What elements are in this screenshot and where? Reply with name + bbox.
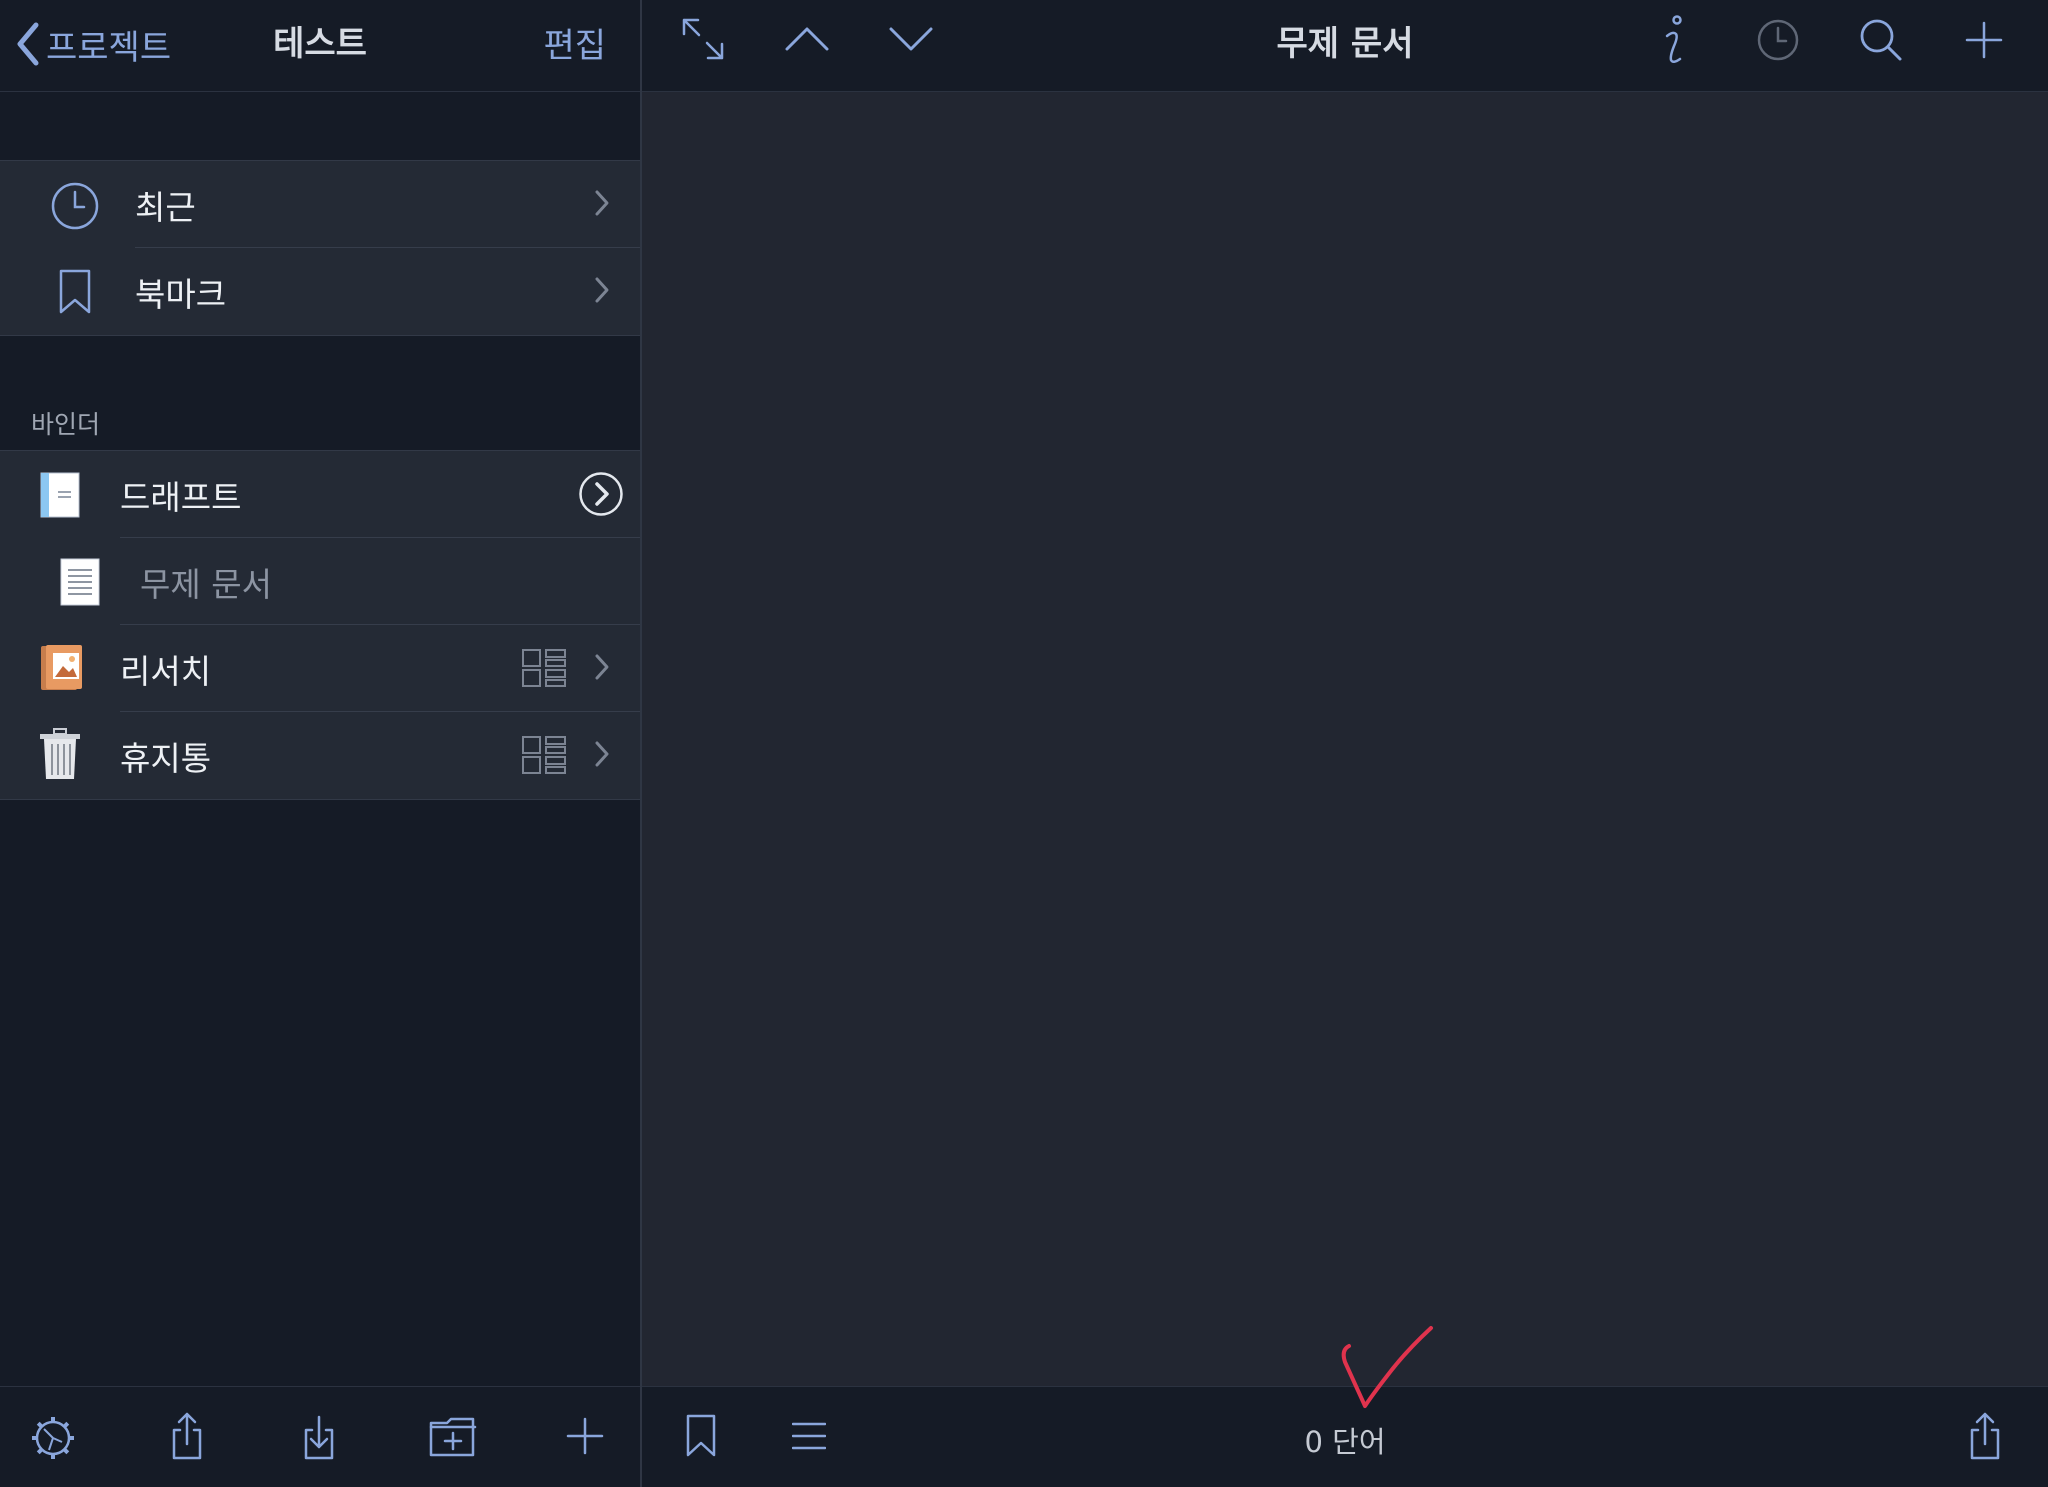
back-to-projects-button[interactable]: 프로젝트 [14, 18, 171, 70]
expand-icon[interactable] [680, 16, 726, 62]
binder-item-draft[interactable]: 드래프트 [0, 451, 640, 538]
sidebar-item-label: 북마크 [135, 275, 227, 314]
binder-group: 드래프트 무제 문서 리서치 휴지통 [0, 450, 640, 800]
document-icon [60, 558, 100, 606]
bookmark-icon [59, 269, 91, 314]
share-icon[interactable] [1966, 1411, 2004, 1461]
back-button-label: 프로젝트 [46, 27, 172, 68]
sidebar-item-recent[interactable]: 최근 [0, 161, 640, 248]
binder-item-research[interactable]: 리서치 [0, 625, 640, 712]
share-icon[interactable] [168, 1411, 206, 1461]
add-icon[interactable] [566, 1417, 604, 1455]
circled-chevron-icon[interactable] [578, 471, 624, 517]
sidebar-item-bookmarks[interactable]: 북마크 [0, 248, 640, 335]
previous-up-icon[interactable] [784, 26, 830, 52]
word-count: 0 단어 [1304, 1425, 1386, 1459]
editor-pane: 무제 문서 0 단어 [642, 0, 2048, 1487]
editor-text-area[interactable] [642, 92, 2048, 1385]
checkmark-annotation-icon [1341, 1326, 1433, 1408]
search-icon[interactable] [1859, 18, 1903, 62]
binder-item-untitled-document[interactable]: 무제 문서 [0, 538, 640, 625]
chevron-right-icon [595, 741, 609, 767]
binder-item-label: 휴지통 [120, 739, 212, 778]
chevron-right-icon [595, 277, 609, 303]
editor-navbar: 무제 문서 [642, 0, 2048, 92]
quick-access-group: 최근 북마크 [0, 160, 640, 336]
sidebar-toolbar [0, 1386, 640, 1487]
grid-view-icon[interactable] [522, 736, 566, 774]
binder-sidebar: 프로젝트 테스트 편집 최근 북마크 바인더 드래프트 무제 문서 리서치 휴지… [0, 0, 640, 1487]
sidebar-item-label: 최근 [135, 188, 196, 227]
research-folder-icon [41, 645, 82, 690]
binder-item-trash[interactable]: 휴지통 [0, 712, 640, 799]
binder-section-header: 바인더 [31, 410, 101, 439]
settings-gear-icon[interactable] [30, 1415, 76, 1461]
bookmark-icon[interactable] [685, 1413, 717, 1459]
binder-item-label: 무제 문서 [140, 565, 272, 604]
list-icon[interactable] [792, 1421, 826, 1451]
next-down-icon[interactable] [888, 26, 934, 52]
sidebar-navbar: 프로젝트 테스트 편집 [0, 0, 640, 92]
document-title: 무제 문서 [1276, 24, 1414, 64]
binder-item-label: 드래프트 [120, 478, 242, 517]
trash-icon [40, 728, 80, 779]
add-icon[interactable] [1965, 21, 2003, 59]
binder-item-label: 리서치 [120, 652, 212, 691]
new-folder-icon[interactable] [429, 1415, 477, 1457]
import-icon[interactable] [300, 1411, 338, 1461]
chevron-right-icon [595, 190, 609, 216]
draft-folder-icon [40, 472, 80, 518]
edit-button[interactable]: 편집 [543, 18, 606, 67]
chevron-left-icon [17, 22, 39, 66]
info-icon[interactable] [1658, 14, 1688, 66]
chevron-right-icon [595, 654, 609, 680]
history-clock-icon[interactable] [1757, 19, 1799, 61]
clock-icon [51, 182, 99, 230]
grid-view-icon[interactable] [522, 649, 566, 687]
